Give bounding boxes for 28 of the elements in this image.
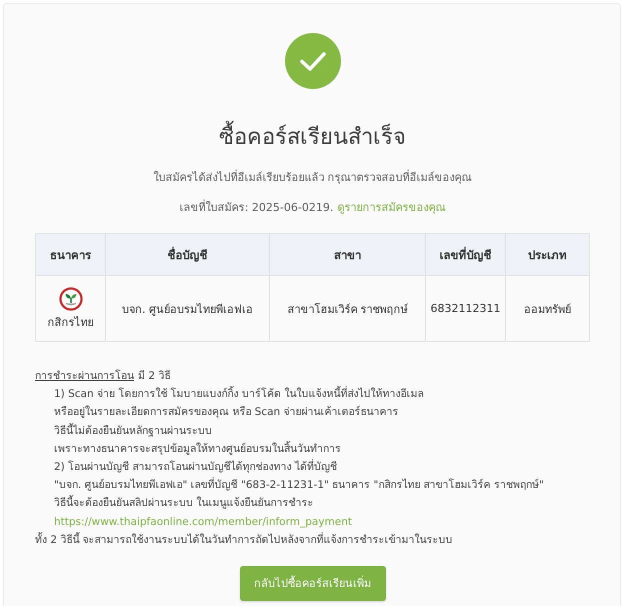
table-cell: สาขาโฮมเวิร์ค ราชพฤกษ์ <box>287 302 408 316</box>
payment-instruction: วิธีนี้จะต้องยืนยันสลิปผ่านระบบ ในเมนูแจ้งยืนยันการชำระ <box>54 494 314 512</box>
sprout-logo-icon <box>58 286 82 310</box>
back-to-courses-button[interactable]: กลับไปซื้อคอร์สเรียนเพิ่ม <box>240 566 386 601</box>
bank-name: กสิกรไทย <box>48 314 94 330</box>
table-cell: ออมทรัพย์ <box>524 302 571 316</box>
application-number: เลขที่ใบสมัคร: 2025-06-0219. <box>180 199 334 216</box>
registrations-link[interactable]: ดูรายการสมัครของคุณ <box>337 199 446 217</box>
payment-instruction: 1) Scan จ่าย โดยการใช้ โมบายแบงก์กิ้ง บาร์โค้ด ในใบแจ้งหนี้ที่ส่งไปให้ทางอีเมล <box>54 385 424 402</box>
column-header: ประเภท <box>506 234 590 276</box>
payment-instruction: หรืออยู่ในรายละเอียดการสมัครของคุณ หรือ Scan จ่ายผ่านเค้าเตอร์ธนาคาร <box>54 404 399 420</box>
column-header: สาขา <box>270 234 426 276</box>
payment-link[interactable]: https://www.thaipfaonline.com/member/inform_payment <box>54 512 352 531</box>
column-header: ธนาคาร <box>36 234 106 276</box>
payment-instruction: "บจก. ศูนย์อบรมไทยพีเอฟเอ" เลขที่บัญชี "683-2-11231-1" ธนาคาร "กสิกรไทย สาขาโฮมเวิร์ค ราชพฤกษ์" <box>54 476 544 494</box>
payment-instruction: เพราะทางธนาคารจะสรุปข้อมูลให้ทางศูนย์อบรมในสิ้นวันทำการ <box>54 440 341 457</box>
column-header: เลขที่บัญชี <box>426 234 506 276</box>
page-title: ซื้อคอร์สเรียนสำเร็จ <box>35 123 590 153</box>
payment-instruction: 2) โอนผ่านบัญชี สามารถโอนผ่านบัญชีได้ทุกช่องทาง ได้ที่บัญชี <box>54 458 337 475</box>
table-cell: บจก. ศูนย์อบรมไทยพีเอฟเอ <box>122 302 253 316</box>
check-circle-icon <box>284 33 340 89</box>
confirmation-message: ใบสมัครได้ส่งไปที่อีเมล์เรียบร้อยแล้ว กรุณาตรวจสอบที่อีเมล์ของคุณ <box>152 169 473 186</box>
payment-heading: การชำระผ่านการโอน <box>35 368 134 384</box>
payment-note: ทั้ง 2 วิธีนี้ จะสามารถใช้งานระบบได้ในวันทำการถัดไปหลังจากที่แจ้งการชำระเข้ามาในระบบ <box>35 531 454 548</box>
payment-instruction: วิธีนี้ไม่ต้องยืนยันหลักฐานผ่านระบบ <box>54 422 212 439</box>
column-header: ชื่อบัญชี <box>106 234 270 276</box>
method-count: มี 2 วิธี <box>138 369 170 384</box>
table-cell: 6832112311 <box>430 302 500 315</box>
